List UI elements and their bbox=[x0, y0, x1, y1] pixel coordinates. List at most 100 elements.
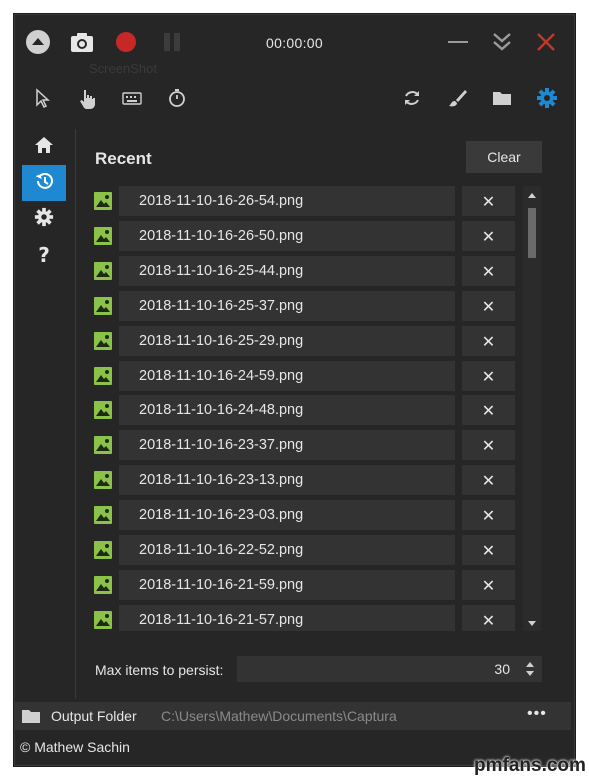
expand-down-icon[interactable] bbox=[491, 30, 513, 54]
image-icon bbox=[94, 471, 112, 489]
cursor-icon[interactable] bbox=[31, 87, 53, 109]
output-folder-path[interactable]: C:\Users\Mathew\Documents\Captura bbox=[161, 708, 397, 724]
list-item[interactable]: 2018-11-10-16-25-29.png ✕ bbox=[91, 326, 519, 356]
nav-history[interactable] bbox=[22, 165, 66, 201]
output-folder-bar: Output Folder C:\Users\Mathew\Documents\… bbox=[15, 702, 571, 730]
delete-icon: ✕ bbox=[481, 540, 496, 560]
list-item[interactable]: 2018-11-10-16-22-52.png ✕ bbox=[91, 535, 519, 565]
file-name[interactable]: 2018-11-10-16-23-37.png bbox=[119, 430, 455, 460]
delete-button[interactable]: ✕ bbox=[462, 500, 515, 530]
file-name[interactable]: 2018-11-10-16-24-48.png bbox=[119, 395, 455, 425]
side-nav: ? bbox=[22, 129, 66, 273]
scroll-down-icon[interactable] bbox=[523, 617, 541, 631]
copyright: © Mathew Sachin bbox=[20, 739, 130, 755]
page-title: Recent bbox=[95, 149, 152, 168]
delete-button[interactable]: ✕ bbox=[462, 430, 515, 460]
persist-stepper[interactable]: 30 bbox=[237, 656, 542, 682]
scroll-up-icon[interactable] bbox=[523, 188, 541, 202]
image-icon bbox=[94, 332, 112, 350]
delete-button[interactable]: ✕ bbox=[462, 605, 515, 631]
delete-button[interactable]: ✕ bbox=[462, 326, 515, 356]
nav-settings[interactable] bbox=[22, 201, 66, 237]
list-item[interactable]: 2018-11-10-16-25-37.png ✕ bbox=[91, 291, 519, 321]
persist-value[interactable]: 30 bbox=[494, 661, 510, 677]
stopwatch-icon[interactable] bbox=[166, 87, 188, 109]
brush-icon[interactable] bbox=[446, 87, 468, 109]
delete-button[interactable]: ✕ bbox=[462, 395, 515, 425]
image-icon bbox=[94, 262, 112, 280]
help-icon: ? bbox=[38, 243, 50, 267]
folder-icon[interactable] bbox=[491, 87, 513, 109]
spinner-icon[interactable] bbox=[524, 659, 536, 679]
delete-button[interactable]: ✕ bbox=[462, 291, 515, 321]
list-item[interactable]: 2018-11-10-16-23-37.png ✕ bbox=[91, 430, 519, 460]
close-icon[interactable] bbox=[535, 31, 557, 53]
output-folder-icon[interactable] bbox=[21, 706, 41, 731]
watermark: pmfans.com bbox=[474, 755, 586, 776]
list-item[interactable]: 2018-11-10-16-24-48.png ✕ bbox=[91, 395, 519, 425]
more-options-button[interactable]: ••• bbox=[527, 705, 547, 723]
minimize-icon[interactable] bbox=[447, 31, 469, 53]
file-name[interactable]: 2018-11-10-16-24-59.png bbox=[119, 361, 455, 391]
keyboard-icon[interactable] bbox=[121, 87, 143, 109]
image-icon bbox=[94, 541, 112, 559]
file-name[interactable]: 2018-11-10-16-22-52.png bbox=[119, 535, 455, 565]
nav-home[interactable] bbox=[22, 129, 66, 165]
list-item[interactable]: 2018-11-10-16-23-13.png ✕ bbox=[91, 465, 519, 495]
file-name[interactable]: 2018-11-10-16-23-13.png bbox=[119, 465, 455, 495]
delete-button[interactable]: ✕ bbox=[462, 186, 515, 216]
delete-icon: ✕ bbox=[481, 191, 496, 211]
scrollbar[interactable] bbox=[523, 186, 541, 631]
list-item[interactable]: 2018-11-10-16-24-59.png ✕ bbox=[91, 361, 519, 391]
delete-icon: ✕ bbox=[481, 505, 496, 525]
delete-button[interactable]: ✕ bbox=[462, 221, 515, 251]
image-icon bbox=[94, 297, 112, 315]
file-name[interactable]: 2018-11-10-16-25-37.png bbox=[119, 291, 455, 321]
list-item[interactable]: 2018-11-10-16-21-59.png ✕ bbox=[91, 570, 519, 600]
delete-icon: ✕ bbox=[481, 575, 496, 595]
nav-divider bbox=[75, 129, 76, 699]
delete-button[interactable]: ✕ bbox=[462, 465, 515, 495]
delete-icon: ✕ bbox=[481, 610, 496, 630]
list-item[interactable]: 2018-11-10-16-26-54.png ✕ bbox=[91, 186, 519, 216]
delete-button[interactable]: ✕ bbox=[462, 256, 515, 286]
delete-icon: ✕ bbox=[481, 470, 496, 490]
screenshot-ghost-label: ScreenShot bbox=[89, 61, 157, 76]
delete-button[interactable]: ✕ bbox=[462, 570, 515, 600]
home-icon bbox=[34, 135, 54, 160]
captura-window: ScreenShot 00:00:00 ? Recent Clear 2018-… bbox=[14, 14, 575, 766]
delete-button[interactable]: ✕ bbox=[462, 535, 515, 565]
delete-button[interactable]: ✕ bbox=[462, 361, 515, 391]
image-icon bbox=[94, 436, 112, 454]
delete-icon: ✕ bbox=[481, 435, 496, 455]
file-name[interactable]: 2018-11-10-16-26-54.png bbox=[119, 186, 455, 216]
list-item[interactable]: 2018-11-10-16-26-50.png ✕ bbox=[91, 221, 519, 251]
persist-label: Max items to persist: bbox=[95, 662, 224, 678]
file-name[interactable]: 2018-11-10-16-23-03.png bbox=[119, 500, 455, 530]
nav-help[interactable]: ? bbox=[22, 237, 66, 273]
output-folder-label: Output Folder bbox=[51, 708, 137, 724]
hand-icon[interactable] bbox=[76, 87, 98, 109]
delete-icon: ✕ bbox=[481, 261, 496, 281]
image-icon bbox=[94, 611, 112, 629]
image-icon bbox=[94, 401, 112, 419]
list-item[interactable]: 2018-11-10-16-25-44.png ✕ bbox=[91, 256, 519, 286]
file-name[interactable]: 2018-11-10-16-21-57.png bbox=[119, 605, 455, 631]
file-name[interactable]: 2018-11-10-16-25-44.png bbox=[119, 256, 455, 286]
scrollbar-thumb[interactable] bbox=[528, 208, 536, 258]
list-item[interactable]: 2018-11-10-16-23-03.png ✕ bbox=[91, 500, 519, 530]
delete-icon: ✕ bbox=[481, 226, 496, 246]
refresh-icon[interactable] bbox=[401, 87, 423, 109]
list-item[interactable]: 2018-11-10-16-21-57.png ✕ bbox=[91, 605, 519, 631]
file-name[interactable]: 2018-11-10-16-21-59.png bbox=[119, 570, 455, 600]
file-name[interactable]: 2018-11-10-16-25-29.png bbox=[119, 326, 455, 356]
delete-icon: ✕ bbox=[481, 400, 496, 420]
delete-icon: ✕ bbox=[481, 331, 496, 351]
clear-button[interactable]: Clear bbox=[466, 141, 542, 173]
file-name[interactable]: 2018-11-10-16-26-50.png bbox=[119, 221, 455, 251]
image-icon bbox=[94, 227, 112, 245]
gear-icon[interactable] bbox=[536, 87, 558, 109]
delete-icon: ✕ bbox=[481, 366, 496, 386]
image-icon bbox=[94, 367, 112, 385]
history-icon bbox=[33, 170, 55, 197]
